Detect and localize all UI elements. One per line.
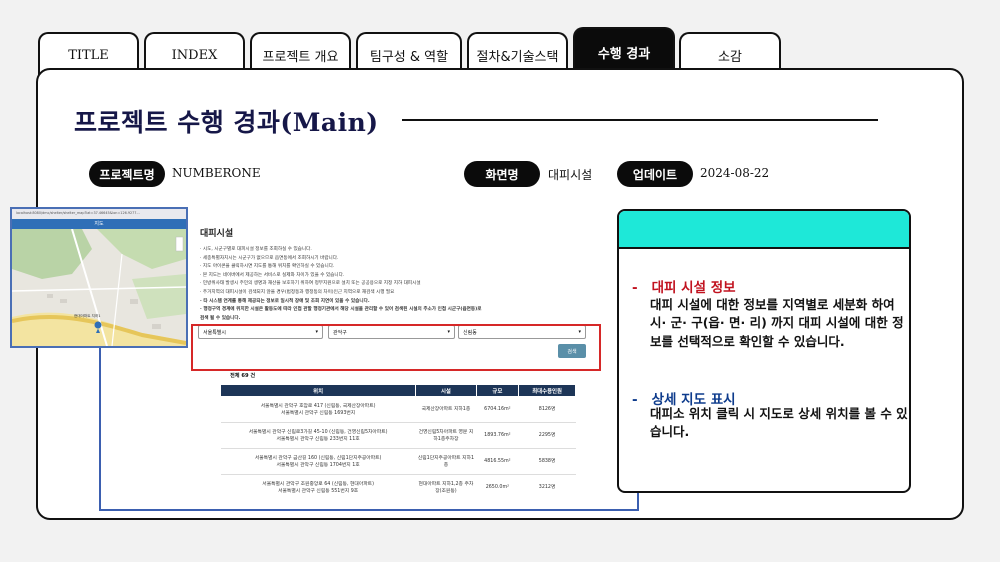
- location-cell[interactable]: 서울특별시 관악구 조원중앙로 64 (신림동, 현대아파트) 서울특별시 관악구…: [220, 474, 416, 498]
- size-cell: 6704.16m²: [476, 396, 519, 423]
- capacity-cell: 3212명: [518, 474, 576, 498]
- connector-line: [99, 347, 101, 510]
- capacity-cell: 2295명: [518, 422, 576, 449]
- column-header: 시설: [415, 384, 477, 397]
- notice-item: · 주거지역의 대피시설이 검색되지 않을 경우(법정동과 행정동의 차이)인근…: [200, 289, 395, 295]
- update-date-value: 2024-08-22: [700, 166, 770, 180]
- location-marker-icon: [94, 321, 102, 329]
- size-cell: 2650.0m²: [476, 474, 519, 498]
- notice-item: · 행정구역 경계에 위치한 시설은 활동도에 따라 인접 관할 행정기관에서 …: [200, 307, 482, 313]
- location-cell[interactable]: 서울특별시 관악구 호암로 417 (신림동, 국제산장아파트) 서울특별시 관악…: [220, 396, 416, 423]
- notice-item: · 민방위사태 발생시 주민의 생명과 재산을 보호하기 위하여 정부지원으로 …: [200, 281, 421, 287]
- svg-text:현대아파트 지하1: 현대아파트 지하1: [74, 313, 101, 318]
- title-divider: [402, 119, 878, 121]
- notice-item: 검색 될 수 있습니다.: [200, 315, 241, 321]
- size-cell: 1893.76m²: [476, 422, 519, 449]
- project-name-badge: 프로젝트명: [89, 161, 165, 187]
- location-cell[interactable]: 서울특별시 관악구 신림로3가길 45-10 (신림동, 건영신림5차아파트) 서…: [220, 422, 416, 449]
- table-row[interactable]: 서울특별시 관악구 금산길 160 (신림동, 신림1단지주공아파트) 서울특별시…: [220, 448, 576, 475]
- filter-highlight-box: [191, 324, 601, 371]
- feature-desc-detail-map: 대피소 위치 클릭 시 지도로 상세 위치를 볼 수 있습니다.: [650, 406, 908, 440]
- table-row[interactable]: 서울특별시 관악구 신림로3가길 45-10 (신림동, 건영신림5차아파트) 서…: [220, 422, 576, 449]
- column-header: 최대수용인원: [518, 384, 576, 397]
- map-view[interactable]: 현대아파트 지하1: [12, 229, 186, 346]
- feature-desc-shelter-info: 대피 시설에 대한 정보를 지역별로 세분화 하여 시· 군· 구(읍· 면· …: [650, 297, 904, 349]
- feature-title-shelter-info: - 대피 시설 정보: [632, 280, 736, 296]
- screen-name-badge: 화면명: [464, 161, 540, 187]
- facility-cell: 건영신림5차아파트 영문 지하1층주차장: [415, 422, 477, 449]
- info-box-header: [619, 211, 909, 249]
- facility-cell: 국제산장아파트 지하1층: [415, 396, 477, 423]
- notice-item: · 본 지도는 네이버에서 제공하는 서비스로 실제와 차이가 있을 수 있습니…: [200, 272, 345, 278]
- page-title: 프로젝트 수행 경과(Main): [74, 108, 379, 137]
- browser-url-bar: localhost:8080/dmc/shelter/shelter_map?l…: [12, 209, 186, 219]
- update-badge: 업데이트: [617, 161, 693, 187]
- notice-item: · 세종특별자치시는 시군구가 없으므로 읍면동에서 조회하시기 바랍니다.: [200, 255, 339, 261]
- capacity-cell: 8126명: [518, 396, 576, 423]
- facility-cell: 신림1단지주공아파트 지하1층: [415, 448, 477, 475]
- facility-cell: 현대아파트 지하1,2층 주차장(조원동): [415, 474, 477, 498]
- size-cell: 4816.55m²: [476, 448, 519, 475]
- screen-name-value: 대피시설: [548, 168, 593, 182]
- notice-item: · 지도 아이콘을 클릭하시면 지도를 통해 위치를 확인하실 수 있습니다.: [200, 264, 335, 270]
- result-count: 전체 69 건: [230, 373, 256, 379]
- shelter-page-title: 대피시설: [200, 229, 234, 239]
- map-header-bar: 지도: [12, 219, 186, 229]
- project-name-value: NUMBERONE: [172, 166, 261, 180]
- location-cell[interactable]: 서울특별시 관악구 금산길 160 (신림동, 신림1단지주공아파트) 서울특별시…: [220, 448, 416, 475]
- shelter-notice-list: · 시도, 시군구별로 대피시설 정보를 조회하실 수 있습니다. · 세종특별…: [200, 246, 600, 323]
- notice-item: · 시도, 시군구별로 대피시설 정보를 조회하실 수 있습니다.: [200, 247, 312, 252]
- table-row[interactable]: 서울특별시 관악구 호암로 417 (신림동, 국제산장아파트) 서울특별시 관악…: [220, 396, 576, 423]
- notice-item: · 타 시스템 연계를 통해 제공되는 정보로 일시적 장애 및 조회 지연이 …: [200, 298, 370, 304]
- column-header: 규모: [475, 384, 520, 397]
- zoom-control: [175, 236, 184, 252]
- dash-bullet-icon: -: [632, 280, 638, 296]
- capacity-cell: 5838명: [518, 448, 576, 475]
- info-box: [617, 209, 911, 493]
- dash-bullet-icon: -: [632, 392, 638, 408]
- connector-line: [99, 509, 639, 511]
- column-header: 위치: [219, 384, 417, 397]
- map-popup-screenshot: localhost:8080/dmc/shelter/shelter_map?l…: [10, 207, 188, 348]
- shelter-table: 위치 시설 규모 최대수용인원 서울특별시 관악구 호암로 417 (신림동, …: [219, 384, 576, 498]
- table-row[interactable]: 서울특별시 관악구 조원중앙로 64 (신림동, 현대아파트) 서울특별시 관악구…: [220, 474, 576, 498]
